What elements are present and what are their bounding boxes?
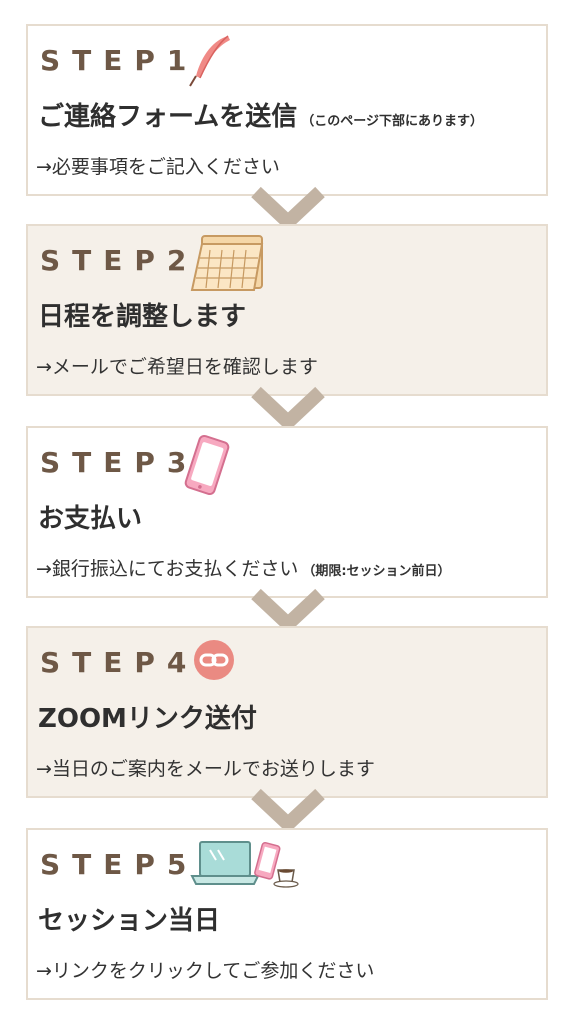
step-1-card: STEP1 ご連絡フォームを送信 （このページ下部にあります） →必要事項をご記入… xyxy=(26,24,548,196)
step-5-heading: セッション当日 xyxy=(38,906,221,936)
link-icon xyxy=(192,638,236,686)
step-2-card: STEP2 日程を調整します →メールでご希望日を確認します xyxy=(26,224,548,396)
step-1-label: STEP1 xyxy=(40,44,199,77)
step-3-label: STEP3 xyxy=(40,446,199,479)
step-2-heading: 日程を調整します xyxy=(38,302,247,332)
step-4-label: STEP4 xyxy=(40,646,199,679)
step-4-heading: ZOOMリンク送付 xyxy=(38,704,257,734)
step-4-description: →当日のご案内をメールでお送りします xyxy=(36,758,375,780)
smartphone-icon xyxy=(180,434,234,500)
step-4-card: STEP4 ZOOMリンク送付 →当日のご案内をメールでお送りします xyxy=(26,626,548,798)
step-3-card: STEP3 お支払い →銀行振込にてお支払ください （期限:セッション前日） xyxy=(26,426,548,598)
step-5-label: STEP5 xyxy=(40,848,199,881)
step-5-card: STEP5 セッション当日 →リンクをクリックしてご参加ください xyxy=(26,828,548,1000)
quill-pen-icon xyxy=(184,32,236,92)
step-3-heading: お支払い xyxy=(38,504,143,534)
step-2-label: STEP2 xyxy=(40,244,199,277)
calendar-icon xyxy=(188,232,268,298)
step-3-description: →銀行振込にてお支払ください （期限:セッション前日） xyxy=(36,558,451,580)
laptop-coffee-icon xyxy=(190,836,300,896)
step-2-description: →メールでご希望日を確認します xyxy=(36,356,318,378)
step-5-description: →リンクをクリックしてご参加ください xyxy=(36,960,375,982)
step-1-description: →必要事項をご記入ください xyxy=(36,156,280,178)
step-1-heading: ご連絡フォームを送信 （このページ下部にあります） xyxy=(38,102,483,132)
